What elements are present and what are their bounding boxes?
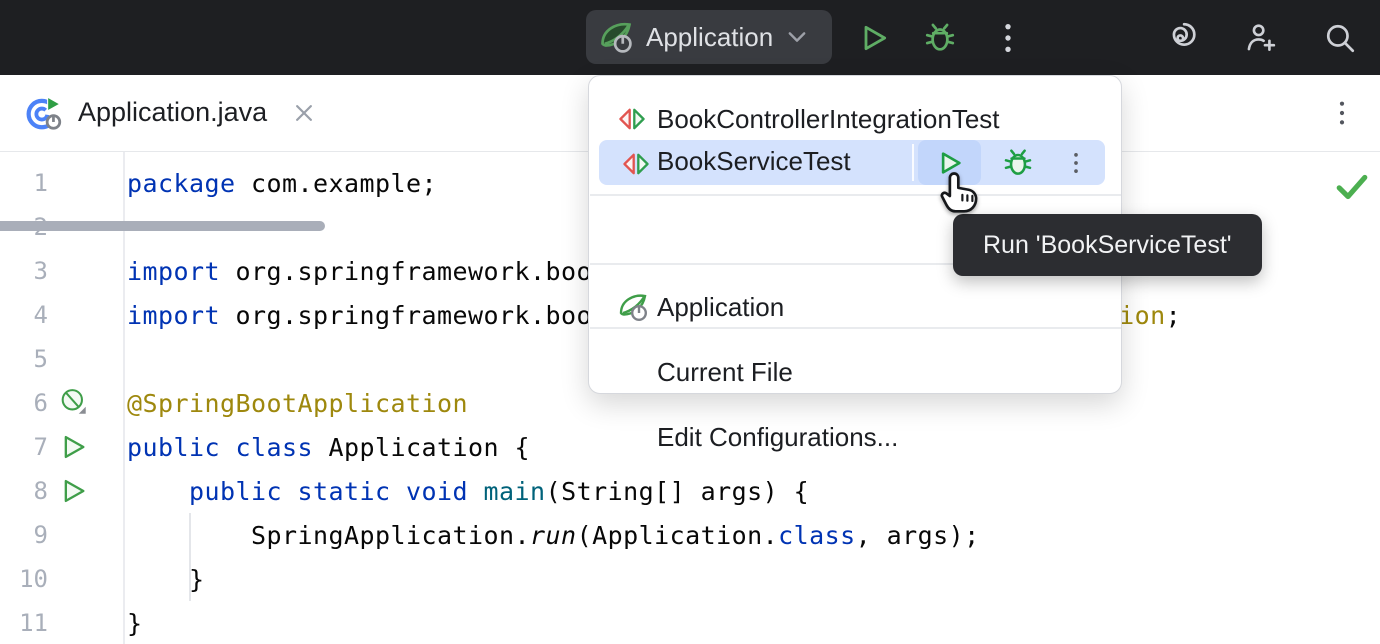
code-text: } <box>127 565 205 594</box>
tab-scrollbar-thumb[interactable] <box>0 221 325 231</box>
search-everywhere-button[interactable] <box>1322 20 1358 56</box>
check-icon <box>1336 172 1368 202</box>
run-button[interactable] <box>856 20 892 56</box>
code-text: public class Application { <box>127 433 530 462</box>
gutter-icon-slot[interactable] <box>48 388 123 418</box>
gutter-icon-slot[interactable] <box>48 477 123 505</box>
run-config-selector[interactable]: Application <box>586 10 832 64</box>
menu-item-label: BookServiceTest <box>657 146 851 177</box>
code-line[interactable]: 8 public static void main(String[] args)… <box>0 469 1380 513</box>
spring-boot-icon <box>598 19 634 55</box>
ai-assistant-icon <box>1165 21 1199 55</box>
kebab-menu-icon <box>1065 150 1087 176</box>
menu-item-application[interactable]: Application <box>589 285 1121 329</box>
run-config-label: Application <box>646 22 773 53</box>
tab-application-java[interactable]: Application.java <box>0 75 315 150</box>
menu-item-edit-configurations[interactable]: Edit Configurations... <box>589 415 1121 459</box>
chevron-down-icon <box>787 31 807 43</box>
hand-cursor <box>938 166 988 221</box>
line-number: 1 <box>0 169 48 197</box>
code-with-me-button[interactable] <box>1242 20 1278 56</box>
ide-window: Application <box>0 0 1380 644</box>
line-number: 7 <box>0 433 48 461</box>
row-debug-button[interactable] <box>991 140 1045 185</box>
debug-icon <box>1002 147 1034 179</box>
line-number: 9 <box>0 521 48 549</box>
line-number: 5 <box>0 345 48 373</box>
indent-guide <box>189 513 191 601</box>
menu-separator <box>590 194 1121 196</box>
code-text: SpringApplication.run(Application.class,… <box>127 521 980 550</box>
run-tooltip: Run 'BookServiceTest' <box>953 214 1262 276</box>
menu-item-book-controller-integration-test[interactable]: BookControllerIntegrationTest <box>589 97 1121 141</box>
tab-options-button[interactable] <box>1330 99 1354 132</box>
menu-item-book-service-test[interactable]: BookServiceTest <box>599 140 1105 185</box>
menu-item-label: Edit Configurations... <box>657 422 898 453</box>
line-number: 8 <box>0 477 48 505</box>
code-with-me-icon <box>1242 19 1278 57</box>
code-line[interactable]: 9 SpringApplication.run(Application.clas… <box>0 513 1380 557</box>
spring-boot-run-icon <box>26 93 64 133</box>
menu-item-current-file[interactable]: Current File <box>589 350 1121 394</box>
line-number: 3 <box>0 257 48 285</box>
menu-item-label: Application <box>657 292 784 323</box>
kebab-menu-icon <box>1330 99 1354 127</box>
run-icon <box>858 22 890 54</box>
row-more-button[interactable] <box>1051 140 1101 185</box>
menu-item-label: Current File <box>657 357 793 388</box>
row-divider <box>912 144 914 181</box>
gutter-icon-slot[interactable] <box>48 433 123 461</box>
code-text: @SpringBootApplication <box>127 389 468 418</box>
run-gutter-icon[interactable] <box>60 477 88 505</box>
kebab-menu-icon <box>993 21 1023 55</box>
main-toolbar: Application <box>0 0 1380 75</box>
run-gutter-icon[interactable] <box>60 433 88 461</box>
code-text: package com.example; <box>127 169 437 198</box>
code-line[interactable]: 10 } <box>0 557 1380 601</box>
search-icon <box>1323 21 1357 55</box>
line-number: 4 <box>0 301 48 329</box>
code-text: } <box>127 609 143 638</box>
line-number: 11 <box>0 609 48 637</box>
line-number: 6 <box>0 389 48 417</box>
tab-label: Application.java <box>78 97 267 128</box>
inspections-ok-widget[interactable] <box>1336 172 1368 207</box>
menu-item-label: BookControllerIntegrationTest <box>657 104 1000 135</box>
ai-assistant-button[interactable] <box>1164 20 1200 56</box>
more-actions-button[interactable] <box>990 20 1026 56</box>
junit-test-icon <box>617 104 647 134</box>
line-number: 10 <box>0 565 48 593</box>
debug-icon <box>923 21 957 55</box>
junit-test-icon <box>621 149 651 179</box>
debug-button[interactable] <box>922 20 958 56</box>
menu-separator <box>590 327 1121 329</box>
close-icon[interactable] <box>293 102 315 124</box>
code-text: public static void main(String[] args) { <box>127 477 809 506</box>
code-line[interactable]: 11} <box>0 601 1380 644</box>
spring-boot-icon <box>617 291 649 323</box>
spring-bean-icon[interactable] <box>60 388 90 418</box>
